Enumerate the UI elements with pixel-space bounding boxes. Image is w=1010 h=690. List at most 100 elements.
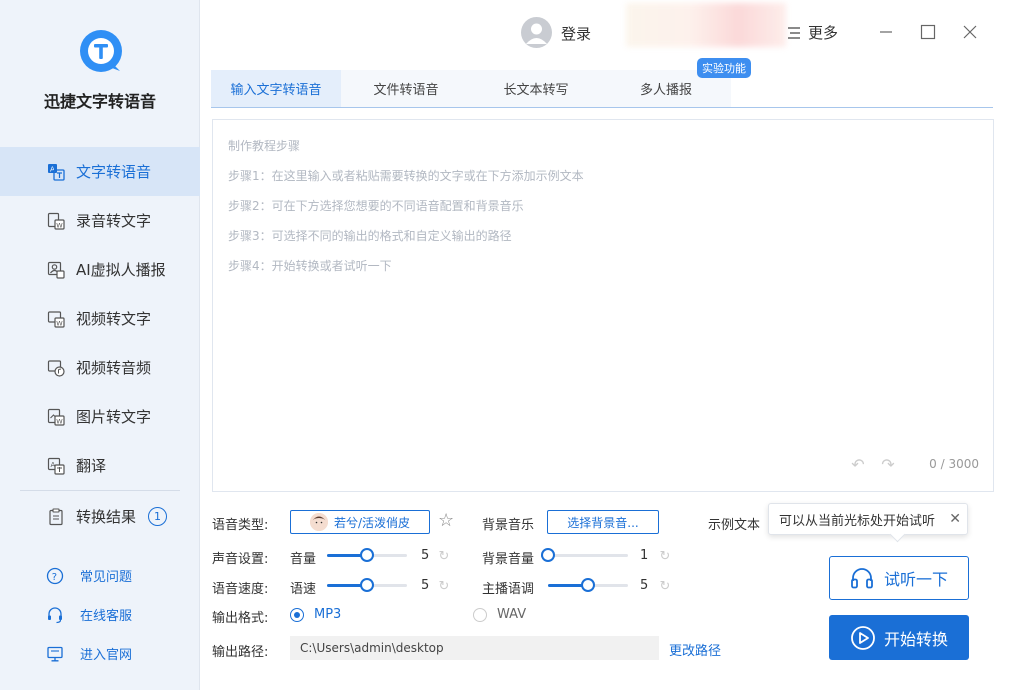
undo-button[interactable]: ↶ <box>849 455 867 474</box>
select-bgm-button[interactable]: 选择背景音... <box>547 510 659 534</box>
voice-select-button[interactable]: 若兮/活泼俏皮 <box>290 510 430 534</box>
format-mp3-label[interactable]: MP3 <box>314 607 341 622</box>
format-wav-label[interactable]: WAV <box>497 607 526 622</box>
tooltip-close-icon[interactable]: ✕ <box>949 511 961 527</box>
bg-volume-label: 背景音量 <box>482 552 535 567</box>
format-mp3-radio[interactable] <box>290 608 304 622</box>
sidebar-item-video-to-text[interactable]: W 视频转文字 <box>0 294 200 343</box>
slider-knob[interactable] <box>360 578 374 592</box>
speed-slider[interactable] <box>327 578 407 592</box>
video-to-text-icon: W <box>46 309 66 329</box>
user-avatar[interactable] <box>521 17 552 48</box>
bg-volume-slider[interactable] <box>541 548 628 562</box>
online-support-link[interactable]: 在线客服 <box>0 595 200 634</box>
format-wav-radio[interactable] <box>473 608 487 622</box>
output-path-field[interactable] <box>290 636 659 660</box>
bgm-label: 背景音乐 <box>482 518 535 533</box>
sidebar-item-label: 视频转文字 <box>76 310 152 328</box>
close-button[interactable] <box>956 18 984 46</box>
maximize-icon <box>920 24 936 40</box>
app-name: 迅捷文字转语音 <box>43 92 156 111</box>
reset-speed-button[interactable]: ↻ <box>437 579 451 594</box>
voice-type-label: 语音类型: <box>212 518 269 533</box>
sidebar: 迅捷文字转语音 A 文字转语音 W 录音转文字 AI虚拟人播报 W 视频转文字 <box>0 0 200 690</box>
sidebar-item-text-to-speech[interactable]: A 文字转语音 <box>0 147 200 196</box>
sidebar-item-translate[interactable]: A 翻译 <box>0 441 200 490</box>
minimize-button[interactable] <box>872 18 900 46</box>
tooltip-text: 可以从当前光标处开始试听 <box>779 513 936 529</box>
start-label: 开始转换 <box>883 629 948 649</box>
sound-settings-label: 声音设置: <box>212 552 269 567</box>
svg-text:W: W <box>56 221 63 229</box>
speed-settings-label: 语音速度: <box>212 582 269 597</box>
refresh-icon: ↻ <box>438 548 450 564</box>
svg-text:?: ? <box>52 572 57 583</box>
speed-label: 语速 <box>290 582 317 597</box>
reset-pitch-button[interactable]: ↻ <box>658 579 672 594</box>
sidebar-item-ai-avatar[interactable]: AI虚拟人播报 <box>0 245 200 294</box>
sidebar-nav: A 文字转语音 W 录音转文字 AI虚拟人播报 W 视频转文字 视频转音频 W … <box>0 147 200 490</box>
faq-link-label: 常见问题 <box>80 570 133 585</box>
listen-tooltip: 可以从当前光标处开始试听 ✕ <box>768 503 968 535</box>
more-menu-button[interactable]: 更多 <box>786 22 838 43</box>
svg-text:W: W <box>56 319 63 327</box>
sidebar-item-label: 视频转音频 <box>76 359 152 377</box>
listen-label: 试听一下 <box>883 570 948 589</box>
promo-banner[interactable] <box>626 3 786 47</box>
sidebar-item-label: 录音转文字 <box>76 212 152 230</box>
text-to-speech-icon: A <box>46 162 66 182</box>
refresh-icon: ↻ <box>659 548 671 564</box>
login-link[interactable]: 登录 <box>561 23 591 44</box>
redo-button[interactable]: ↷ <box>879 454 897 474</box>
favorite-star-icon[interactable]: ☆ <box>438 510 454 531</box>
reset-bg-volume-button[interactable]: ↻ <box>658 548 672 564</box>
sidebar-links: ? 常见问题 在线客服 进入官网 <box>0 556 200 673</box>
maximize-button[interactable] <box>914 18 942 46</box>
sidebar-item-results[interactable]: 转换结果 1 <box>0 492 200 541</box>
text-editor[interactable]: 制作教程步骤 步骤1：在这里输入或者粘贴需要转换的文字或在下方添加示例文本 步骤… <box>212 119 994 492</box>
user-icon <box>526 23 547 44</box>
sample-text-link[interactable]: 示例文本 <box>708 514 760 533</box>
pitch-slider[interactable] <box>548 578 628 592</box>
reset-volume-button[interactable]: ↻ <box>437 548 451 564</box>
svg-text:W: W <box>56 417 63 425</box>
speed-value: 5 <box>421 578 430 593</box>
sidebar-item-label: 图片转文字 <box>76 408 152 426</box>
minimize-icon <box>880 31 892 33</box>
listen-button[interactable]: 试听一下 <box>829 556 969 600</box>
slider-knob[interactable] <box>360 548 374 562</box>
app-logo-icon <box>80 30 122 72</box>
menu-icon <box>788 26 800 39</box>
voice-name: 若兮/活泼俏皮 <box>333 515 411 530</box>
tab-text-input[interactable]: 输入文字转语音 <box>211 70 341 107</box>
recording-to-text-icon: W <box>46 211 66 231</box>
sidebar-item-video-to-audio[interactable]: 视频转音频 <box>0 343 200 392</box>
sidebar-item-recording-to-text[interactable]: W 录音转文字 <box>0 196 200 245</box>
pitch-value: 5 <box>640 578 649 593</box>
volume-slider[interactable] <box>327 548 407 562</box>
editor-hint-step: 步骤2：可在下方选择您想要的不同语音配置和背景音乐 <box>228 199 524 213</box>
editor-hint-step: 步骤4：开始转换或者试听一下 <box>228 259 392 273</box>
slider-knob[interactable] <box>581 578 595 592</box>
translate-icon: A <box>46 456 66 476</box>
sidebar-item-label: 文字转语音 <box>76 163 152 181</box>
clipboard-icon <box>46 507 66 527</box>
start-convert-button[interactable]: 开始转换 <box>829 615 969 660</box>
redo-icon: ↷ <box>881 454 895 474</box>
sidebar-divider <box>20 490 180 491</box>
headphones-icon <box>851 568 873 589</box>
slider-knob[interactable] <box>541 548 555 562</box>
tab-file[interactable]: 文件转语音 <box>341 70 471 107</box>
change-path-link[interactable]: 更改路径 <box>669 640 721 659</box>
official-site-link-label: 进入官网 <box>80 648 133 663</box>
sidebar-item-image-to-text[interactable]: W 图片转文字 <box>0 392 200 441</box>
close-icon <box>963 25 977 39</box>
official-site-link[interactable]: 进入官网 <box>0 634 200 673</box>
tab-long-text[interactable]: 长文本转写 <box>471 70 601 107</box>
monitor-icon <box>46 645 64 663</box>
experimental-badge: 实验功能 <box>697 58 751 78</box>
pitch-label: 主播语调 <box>482 582 535 597</box>
faq-link[interactable]: ? 常见问题 <box>0 556 200 595</box>
results-count-badge: 1 <box>148 507 168 526</box>
question-icon: ? <box>46 567 64 585</box>
